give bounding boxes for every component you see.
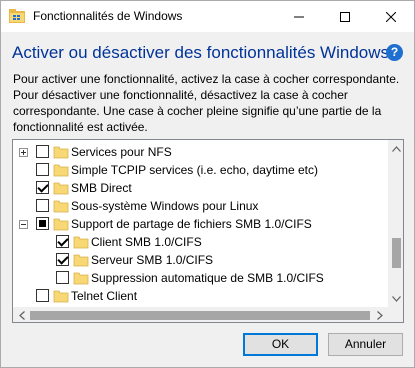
windows-features-dialog: Fonctionnalités de Windows Activer ou dé…	[0, 0, 415, 368]
feature-label: Sous-système Windows pour Linux	[71, 199, 259, 213]
feature-checkbox[interactable]	[56, 235, 69, 248]
chevron-up-icon	[392, 145, 401, 152]
window-title: Fonctionnalités de Windows	[33, 9, 183, 23]
collapse-icon[interactable]	[19, 220, 28, 229]
minimize-button[interactable]	[276, 1, 322, 32]
folder-icon	[53, 146, 69, 159]
feature-label: Serveur SMB 1.0/CIFS	[91, 253, 214, 267]
windows-features-icon	[9, 9, 25, 23]
scroll-down-button[interactable]	[388, 290, 403, 307]
feature-checkbox[interactable]	[36, 145, 49, 158]
feature-label: Support de partage de fichiers SMB 1.0/C…	[71, 217, 312, 231]
feature-label: Simple TCPIP services (i.e. echo, daytim…	[71, 163, 318, 177]
minimize-icon	[294, 16, 304, 17]
feature-checkbox[interactable]	[56, 271, 69, 284]
feature-checkbox[interactable]	[36, 199, 49, 212]
feature-checkbox[interactable]	[36, 181, 49, 194]
chevron-down-icon	[392, 295, 401, 302]
folder-icon	[53, 200, 69, 213]
maximize-button[interactable]	[322, 1, 368, 32]
scroll-right-button[interactable]	[371, 307, 388, 322]
folder-icon	[73, 254, 89, 267]
feature-label: Suppression automatique de SMB 1.0/CIFS	[91, 271, 324, 285]
feature-label: Services pour NFS	[71, 145, 172, 159]
feature-row[interactable]: Simple TCPIP services (i.e. echo, daytim…	[13, 161, 389, 179]
title-bar[interactable]: Fonctionnalités de Windows	[1, 1, 414, 32]
scroll-left-button[interactable]	[13, 307, 30, 322]
expand-icon[interactable]	[19, 148, 28, 157]
feature-row[interactable]: Support de partage de fichiers SMB 1.0/C…	[13, 215, 389, 233]
feature-row[interactable]: Client SMB 1.0/CIFS	[13, 233, 389, 251]
close-icon	[386, 11, 396, 22]
feature-checkbox[interactable]	[56, 253, 69, 266]
vertical-scrollbar[interactable]	[388, 140, 403, 307]
folder-icon	[73, 272, 89, 285]
vertical-scroll-thumb[interactable]	[392, 238, 401, 268]
feature-row[interactable]: Services pour NFS	[13, 143, 389, 161]
feature-label: Client SMB 1.0/CIFS	[91, 235, 202, 249]
cancel-button[interactable]: Annuler	[328, 333, 403, 356]
instructions-text: Pour activer une fonctionnalité, activez…	[13, 72, 400, 134]
folder-icon	[53, 290, 69, 303]
scroll-up-button[interactable]	[388, 140, 403, 157]
features-tree[interactable]: Services pour NFS Simple TCPIP services (…	[12, 139, 404, 323]
close-button[interactable]	[368, 1, 414, 32]
feature-row[interactable]: Serveur SMB 1.0/CIFS	[13, 251, 389, 269]
feature-row[interactable]: Sous-système Windows pour Linux	[13, 197, 389, 215]
ok-button[interactable]: OK	[243, 333, 318, 356]
feature-checkbox[interactable]	[36, 163, 49, 176]
feature-checkbox[interactable]	[36, 217, 49, 230]
feature-row[interactable]: SMB Direct	[13, 179, 389, 197]
folder-icon	[53, 164, 69, 177]
help-icon[interactable]: ?	[386, 44, 403, 61]
feature-checkbox[interactable]	[36, 289, 49, 302]
folder-icon	[73, 236, 89, 249]
folder-icon	[53, 218, 69, 231]
feature-label: SMB Direct	[71, 181, 132, 195]
maximize-icon	[340, 11, 350, 22]
horizontal-scroll-thumb[interactable]	[30, 311, 370, 320]
dialog-header: Activer ou désactiver des fonctionnalité…	[12, 43, 390, 62]
feature-row[interactable]: Suppression automatique de SMB 1.0/CIFS	[13, 269, 389, 287]
chevron-right-icon	[376, 311, 383, 320]
scrollbar-corner	[388, 307, 403, 322]
horizontal-scrollbar[interactable]	[13, 307, 388, 322]
chevron-left-icon	[18, 311, 25, 320]
feature-label: Telnet Client	[71, 289, 138, 303]
folder-icon	[53, 182, 69, 195]
feature-row[interactable]: Telnet Client	[13, 287, 389, 305]
